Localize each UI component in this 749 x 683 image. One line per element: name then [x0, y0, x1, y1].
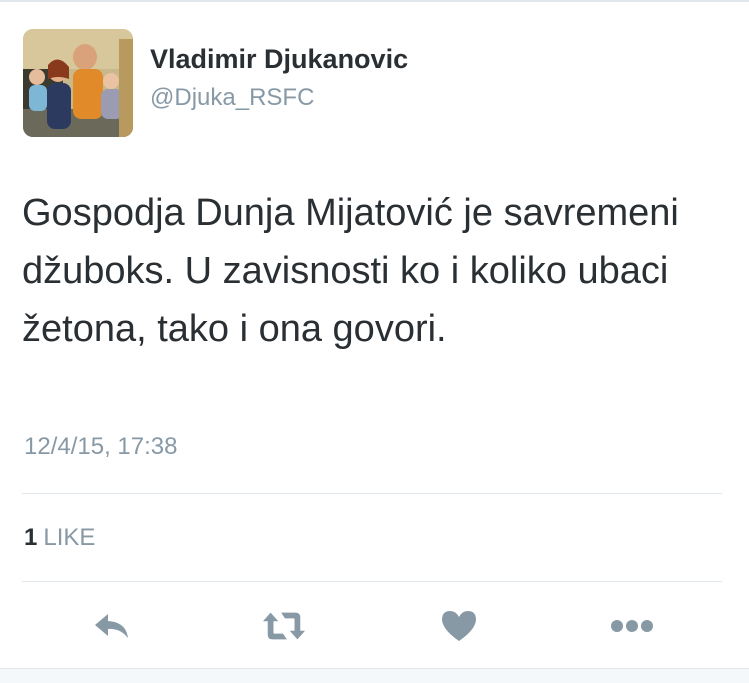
more-dots-icon: [611, 620, 653, 632]
display-name[interactable]: Vladimir Djukanovic: [150, 44, 408, 75]
more-button[interactable]: [610, 606, 654, 646]
reply-icon: [95, 614, 128, 638]
retweet-button[interactable]: [262, 606, 306, 646]
top-border: [0, 0, 749, 2]
like-button[interactable]: [437, 606, 481, 646]
avatar[interactable]: [23, 29, 133, 137]
likes-count: 1: [24, 524, 38, 551]
bottom-bar: [0, 668, 749, 683]
heart-icon: [442, 611, 476, 641]
divider: [22, 493, 722, 494]
tweet-timestamp[interactable]: 12/4/15, 17:38: [24, 433, 177, 461]
reply-button[interactable]: [90, 606, 134, 646]
likes-stat[interactable]: 1 LIKE: [24, 524, 95, 552]
family-photo-avatar: [23, 29, 133, 137]
tweet-text: Gospodja Dunja Mijatović je savremeni dž…: [22, 192, 679, 350]
screen-name[interactable]: @Djuka_RSFC: [150, 84, 314, 112]
likes-label: LIKE: [43, 524, 96, 551]
retweet-icon: [262, 612, 306, 640]
divider: [22, 581, 722, 582]
